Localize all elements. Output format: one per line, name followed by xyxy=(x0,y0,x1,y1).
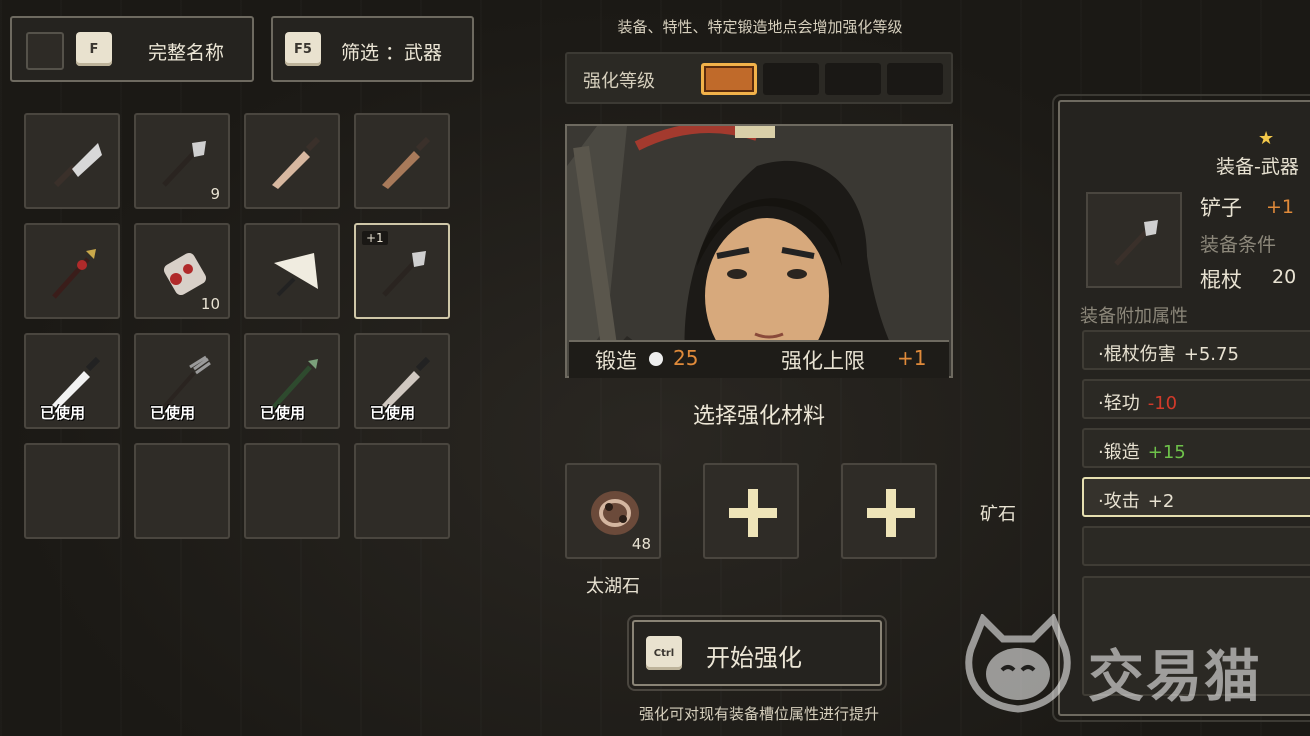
attribute-row[interactable]: ·轻功 -10 xyxy=(1082,379,1310,419)
empty-inventory-slot[interactable] xyxy=(134,443,230,539)
attribute-name: ·锻造 +15 xyxy=(1098,442,1186,463)
inventory-slot[interactable]: 已使用 xyxy=(134,333,230,429)
requirement-value: 20 xyxy=(1272,266,1297,288)
equipped-label: 已使用 xyxy=(40,404,86,422)
equipped-label: 已使用 xyxy=(370,404,416,422)
material-slot-1[interactable]: 48 xyxy=(565,463,661,559)
filter-button[interactable]: F5 筛选 ：武器 xyxy=(271,16,474,82)
inventory-slot[interactable] xyxy=(354,113,450,209)
item-name: 铲子 xyxy=(1200,196,1242,220)
attribute-value: +2 xyxy=(1147,491,1175,512)
cleaver-icon xyxy=(53,143,102,188)
star-icon: ★ xyxy=(1258,128,1275,149)
key-f-hint: F xyxy=(76,32,112,66)
enhance-cap-label: 强化上限 xyxy=(781,349,865,373)
empty-inventory-slot[interactable] xyxy=(354,443,450,539)
spade-icon xyxy=(162,141,206,187)
inventory-slot[interactable]: 10 xyxy=(134,223,230,319)
full-name-checkbox[interactable] xyxy=(26,32,64,70)
empty-inventory-slot[interactable] xyxy=(244,443,340,539)
enhance-level-cell xyxy=(763,63,819,95)
start-enhance-label: 开始强化 xyxy=(706,644,802,672)
attributes-heading: 装备附加属性 xyxy=(1080,306,1188,327)
attribute-value: +5.75 xyxy=(1183,344,1239,365)
inventory-slot[interactable] xyxy=(24,113,120,209)
short-sword-icon xyxy=(382,136,431,189)
forge-stats-row: 锻造 25 强化上限 +1 xyxy=(569,340,949,378)
key-f5-hint: F5 xyxy=(285,32,321,66)
inventory-slot[interactable] xyxy=(244,223,340,319)
requirement-type: 棍杖 xyxy=(1200,268,1242,292)
watermark-text: 交易猫 xyxy=(1088,645,1262,710)
select-material-title: 选择强化材料 xyxy=(692,404,825,429)
full-name-toggle[interactable]: F 完整名称 xyxy=(10,16,254,82)
watermark: 交易猫 xyxy=(958,612,1298,714)
item-count: 10 xyxy=(200,295,220,313)
equipped-label: 已使用 xyxy=(150,404,196,422)
item-count: 9 xyxy=(210,185,220,203)
enhance-level-label: 强化等级 xyxy=(583,71,655,92)
enhance-footer-hint: 强化可对现有装备槽位属性进行提升 xyxy=(638,705,879,723)
attribute-row[interactable]: ·攻击 +2 xyxy=(1082,477,1310,517)
full-name-label: 完整名称 xyxy=(148,42,225,64)
fan-icon xyxy=(274,253,318,297)
inventory-slot[interactable]: 已使用 xyxy=(244,333,340,429)
attribute-row[interactable] xyxy=(1082,526,1310,566)
inventory-slot[interactable]: 已使用 xyxy=(354,333,450,429)
key-ctrl-hint: Ctrl xyxy=(646,636,682,670)
add-material-icon xyxy=(867,489,915,537)
attribute-row[interactable]: ·锻造 +15 xyxy=(1082,428,1310,468)
cat-logo-icon xyxy=(965,612,1071,713)
inventory-slot[interactable] xyxy=(244,113,340,209)
enhance-level-cell xyxy=(887,63,943,95)
attribute-value: -10 xyxy=(1147,393,1178,414)
attribute-value: +15 xyxy=(1147,442,1186,463)
detail-title: 装备-武器 xyxy=(1216,156,1299,178)
scroll-icon xyxy=(163,252,207,296)
add-material-icon xyxy=(729,489,777,537)
spade-icon xyxy=(382,251,426,297)
forge-value: 25 xyxy=(673,346,699,370)
attribute-name: ·棍杖伤害 +5.75 xyxy=(1098,344,1239,365)
attribute-name: ·轻功 -10 xyxy=(1098,393,1178,414)
attribute-row[interactable]: ·棍杖伤害 +5.75 xyxy=(1082,330,1310,370)
hand-cursor-icon xyxy=(649,352,663,366)
requirement-label: 装备条件 xyxy=(1200,234,1277,256)
material-name: 太湖石 xyxy=(586,576,640,597)
spade-icon xyxy=(1114,220,1158,266)
enhance-level-cell xyxy=(825,63,881,95)
forge-label: 锻造 xyxy=(595,349,637,373)
taihu-stone-icon xyxy=(591,491,639,535)
item-enhance-level: +1 xyxy=(1266,196,1295,218)
inventory-slot[interactable] xyxy=(24,223,120,319)
inventory-slot[interactable]: +1 xyxy=(354,223,450,319)
enhance-level-bar: 强化等级 xyxy=(565,52,953,104)
filter-label: 筛选 ：武器 xyxy=(341,42,443,64)
red-tassel-spear-icon xyxy=(52,249,96,299)
inventory-slot[interactable]: 已使用 xyxy=(24,333,120,429)
ore-label: 矿石 xyxy=(980,504,1016,525)
dagger-icon xyxy=(272,136,321,189)
attribute-name: ·攻击 +2 xyxy=(1098,491,1175,512)
equipped-label: 已使用 xyxy=(260,404,306,422)
enhance-cap-value: +1 xyxy=(897,346,927,370)
start-enhance-button[interactable]: Ctrl 开始强化 xyxy=(627,615,887,691)
empty-inventory-slot[interactable] xyxy=(24,443,120,539)
material-slot-2[interactable] xyxy=(703,463,799,559)
material-count: 48 xyxy=(631,535,651,553)
inventory-slot[interactable]: 9 xyxy=(134,113,230,209)
detail-item-icon-box xyxy=(1086,192,1182,288)
enhance-badge: +1 xyxy=(362,231,388,245)
material-slot-3[interactable] xyxy=(841,463,937,559)
enhance-hint: 装备、特性、特定锻造地点会增加强化等级 xyxy=(617,18,903,36)
enhance-level-cell xyxy=(701,63,757,95)
